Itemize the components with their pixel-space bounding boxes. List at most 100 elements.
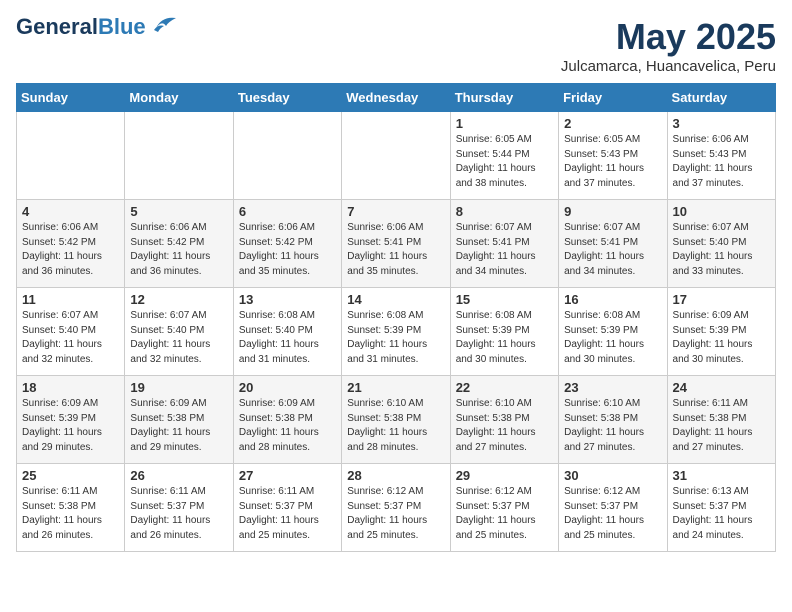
day-number: 30 [564,468,661,483]
calendar-week-row: 25 Sunrise: 6:11 AM Sunset: 5:38 PM Dayli… [17,464,776,552]
day-info: Sunrise: 6:06 AM Sunset: 5:42 PM Dayligh… [130,221,227,279]
logo: GeneralBlue [16,16,176,38]
day-info: Sunrise: 6:07 AM Sunset: 5:40 PM Dayligh… [22,309,119,367]
table-row: 18Sunrise: 6:09 AM Sunset: 5:39 PM Dayli… [17,376,125,464]
day-info: Sunrise: 6:06 AM Sunset: 5:42 PM Dayligh… [22,221,119,279]
table-row: 27 Sunrise: 6:11 AM Sunset: 5:37 PM Dayli… [233,464,341,552]
logo-text: GeneralBlue [16,16,146,38]
day-info: Sunrise: 6:12 AM Sunset: 5:37 PM Dayligh… [456,485,553,543]
table-row: 28 Sunrise: 6:12 AM Sunset: 5:37 PM Dayli… [342,464,450,552]
day-info: Sunrise: 6:11 AM Sunset: 5:38 PM Dayligh… [22,485,119,543]
day-number: 15 [456,292,553,307]
day-info: Sunrise: 6:06 AM Sunset: 5:42 PM Dayligh… [239,221,336,279]
day-number: 29 [456,468,553,483]
calendar-table: Sunday Monday Tuesday Wednesday Thursday… [16,83,776,552]
table-row: 14 Sunrise: 6:08 AM Sunset: 5:39 PM Dayli… [342,288,450,376]
day-info: Sunrise: 6:07 AM Sunset: 5:40 PM Dayligh… [673,221,770,279]
table-row [233,112,341,200]
day-number: 28 [347,468,444,483]
table-row: 26Sunrise: 6:11 AM Sunset: 5:37 PM Dayli… [125,464,233,552]
day-info: Sunrise: 6:10 AM Sunset: 5:38 PM Dayligh… [456,397,553,455]
day-info: Sunrise: 6:09 AM Sunset: 5:39 PM Dayligh… [673,309,770,367]
calendar-week-row: 18Sunrise: 6:09 AM Sunset: 5:39 PM Dayli… [17,376,776,464]
table-row: 6 Sunrise: 6:06 AM Sunset: 5:42 PM Daylig… [233,200,341,288]
table-row: 5 Sunrise: 6:06 AM Sunset: 5:42 PM Daylig… [125,200,233,288]
col-tuesday: Tuesday [233,84,341,112]
day-number: 27 [239,468,336,483]
day-number: 6 [239,204,336,219]
table-row: 11 Sunrise: 6:07 AM Sunset: 5:40 PM Dayli… [17,288,125,376]
day-number: 2 [564,116,661,131]
day-info: Sunrise: 6:12 AM Sunset: 5:37 PM Dayligh… [347,485,444,543]
table-row: 7Sunrise: 6:06 AM Sunset: 5:41 PM Daylig… [342,200,450,288]
day-number: 10 [673,204,770,219]
table-row: 12Sunrise: 6:07 AM Sunset: 5:40 PM Dayli… [125,288,233,376]
day-number: 20 [239,380,336,395]
table-row: 17 Sunrise: 6:09 AM Sunset: 5:39 PM Dayli… [667,288,775,376]
logo-bird-icon [148,14,176,36]
day-info: Sunrise: 6:09 AM Sunset: 5:39 PM Dayligh… [22,397,119,455]
day-number: 21 [347,380,444,395]
day-number: 5 [130,204,227,219]
day-number: 9 [564,204,661,219]
day-info: Sunrise: 6:08 AM Sunset: 5:40 PM Dayligh… [239,309,336,367]
table-row [125,112,233,200]
day-number: 17 [673,292,770,307]
table-row: 30 Sunrise: 6:12 AM Sunset: 5:37 PM Dayli… [559,464,667,552]
day-info: Sunrise: 6:13 AM Sunset: 5:37 PM Dayligh… [673,485,770,543]
table-row: 25 Sunrise: 6:11 AM Sunset: 5:38 PM Dayli… [17,464,125,552]
table-row: 1Sunrise: 6:05 AM Sunset: 5:44 PM Daylig… [450,112,558,200]
table-row: 16 Sunrise: 6:08 AM Sunset: 5:39 PM Dayli… [559,288,667,376]
day-info: Sunrise: 6:05 AM Sunset: 5:43 PM Dayligh… [564,133,661,191]
day-number: 19 [130,380,227,395]
title-section: May 2025 Julcamarca, Huancavelica, Peru [561,16,776,75]
col-friday: Friday [559,84,667,112]
day-number: 11 [22,292,119,307]
table-row: 23 Sunrise: 6:10 AM Sunset: 5:38 PM Dayli… [559,376,667,464]
day-number: 31 [673,468,770,483]
table-row: 19Sunrise: 6:09 AM Sunset: 5:38 PM Dayli… [125,376,233,464]
day-info: Sunrise: 6:10 AM Sunset: 5:38 PM Dayligh… [347,397,444,455]
table-row: 9 Sunrise: 6:07 AM Sunset: 5:41 PM Daylig… [559,200,667,288]
col-wednesday: Wednesday [342,84,450,112]
table-row: 4 Sunrise: 6:06 AM Sunset: 5:42 PM Daylig… [17,200,125,288]
day-info: Sunrise: 6:09 AM Sunset: 5:38 PM Dayligh… [239,397,336,455]
table-row [342,112,450,200]
location-subtitle: Julcamarca, Huancavelica, Peru [561,58,776,75]
day-number: 14 [347,292,444,307]
logo-general: General [16,14,98,39]
page-header: GeneralBlue May 2025 Julcamarca, Huancav… [16,16,776,75]
table-row: 21 Sunrise: 6:10 AM Sunset: 5:38 PM Dayli… [342,376,450,464]
day-number: 3 [673,116,770,131]
day-number: 13 [239,292,336,307]
day-number: 8 [456,204,553,219]
table-row: 10 Sunrise: 6:07 AM Sunset: 5:40 PM Dayli… [667,200,775,288]
table-row: 13 Sunrise: 6:08 AM Sunset: 5:40 PM Dayli… [233,288,341,376]
day-info: Sunrise: 6:10 AM Sunset: 5:38 PM Dayligh… [564,397,661,455]
day-info: Sunrise: 6:08 AM Sunset: 5:39 PM Dayligh… [347,309,444,367]
day-number: 26 [130,468,227,483]
table-row: 29 Sunrise: 6:12 AM Sunset: 5:37 PM Dayli… [450,464,558,552]
month-year-title: May 2025 [561,16,776,58]
table-row: 8Sunrise: 6:07 AM Sunset: 5:41 PM Daylig… [450,200,558,288]
calendar-header-row: Sunday Monday Tuesday Wednesday Thursday… [17,84,776,112]
day-info: Sunrise: 6:12 AM Sunset: 5:37 PM Dayligh… [564,485,661,543]
day-info: Sunrise: 6:08 AM Sunset: 5:39 PM Dayligh… [564,309,661,367]
day-number: 4 [22,204,119,219]
table-row: 24Sunrise: 6:11 AM Sunset: 5:38 PM Dayli… [667,376,775,464]
day-number: 7 [347,204,444,219]
day-info: Sunrise: 6:07 AM Sunset: 5:41 PM Dayligh… [564,221,661,279]
table-row: 3Sunrise: 6:06 AM Sunset: 5:43 PM Daylig… [667,112,775,200]
day-number: 16 [564,292,661,307]
day-number: 23 [564,380,661,395]
col-sunday: Sunday [17,84,125,112]
day-number: 25 [22,468,119,483]
calendar-week-row: 11 Sunrise: 6:07 AM Sunset: 5:40 PM Dayli… [17,288,776,376]
day-info: Sunrise: 6:11 AM Sunset: 5:37 PM Dayligh… [239,485,336,543]
day-info: Sunrise: 6:05 AM Sunset: 5:44 PM Dayligh… [456,133,553,191]
table-row: 20 Sunrise: 6:09 AM Sunset: 5:38 PM Dayli… [233,376,341,464]
logo-blue: Blue [98,14,146,39]
col-saturday: Saturday [667,84,775,112]
table-row: 15Sunrise: 6:08 AM Sunset: 5:39 PM Dayli… [450,288,558,376]
day-info: Sunrise: 6:07 AM Sunset: 5:40 PM Dayligh… [130,309,227,367]
